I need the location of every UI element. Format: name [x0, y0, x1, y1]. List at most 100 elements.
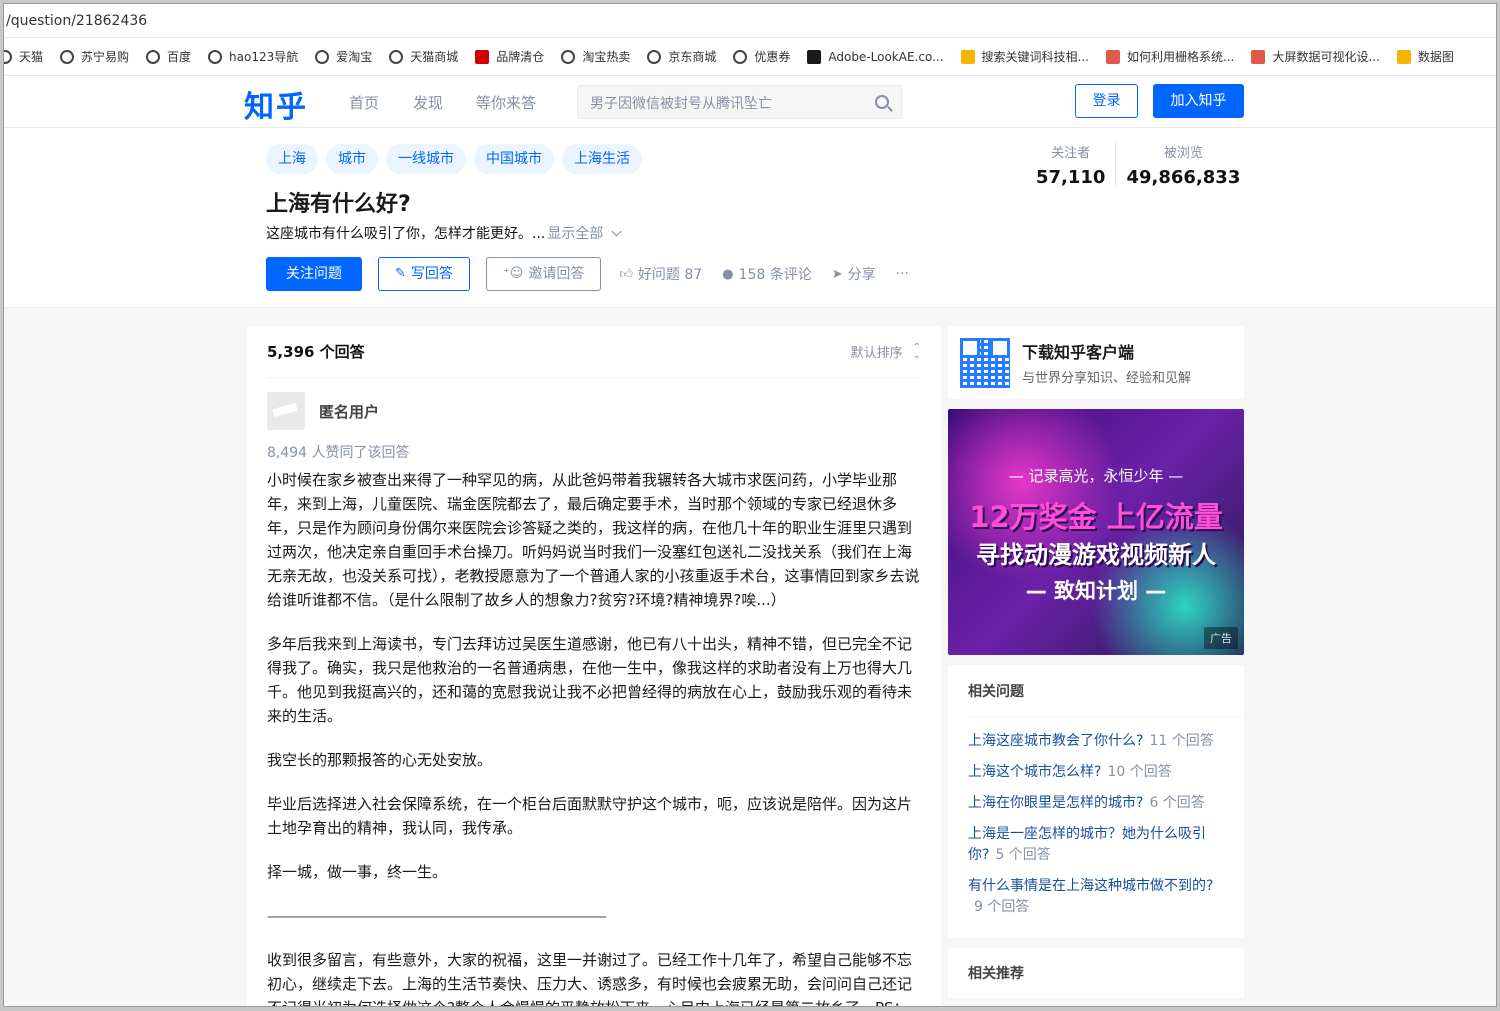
- bookmark-label: 大屏数据可视化设...: [1272, 50, 1380, 64]
- good-question-button[interactable]: 👍︎ 好问题 87: [619, 264, 702, 284]
- related-question-link[interactable]: 上海在你眼里是怎样的城市? 6 个回答: [968, 793, 1224, 814]
- bookmark-item[interactable]: hao123导航: [208, 48, 298, 65]
- nav-link-waiting[interactable]: 等你来答: [476, 92, 536, 113]
- answer-paragraph: 收到很多留言，有些意外，大家的祝福，这里一并谢过了。已经工作十几年了，希望自己能…: [267, 951, 913, 1006]
- answer-author: 匿名用户: [267, 392, 921, 430]
- bookmark-label: 搜索关键词科技相...: [981, 50, 1089, 64]
- add-user-icon: ⁺☺: [502, 266, 524, 281]
- nav-link-discover[interactable]: 发现: [413, 92, 443, 113]
- bookmark-label: 百度: [167, 50, 192, 64]
- bookmark-item[interactable]: 京东商城: [647, 48, 716, 65]
- answer-paragraph: 我空长的那颗报答的心无处安放。: [267, 751, 493, 769]
- bookmark-item[interactable]: 天猫: [4, 48, 43, 65]
- sort-label: 默认排序: [850, 346, 903, 361]
- thumb-icon: [960, 49, 975, 64]
- jian-icon: [1105, 49, 1120, 64]
- address-bar[interactable]: /question/21862436: [4, 4, 1496, 38]
- tmall-icon: [475, 49, 490, 64]
- related-question-text: 上海这个城市怎么样?: [968, 764, 1102, 780]
- write-answer-button[interactable]: ✎ 写回答: [378, 257, 470, 291]
- bookmark-item[interactable]: 如何利用栅格系统...: [1105, 48, 1234, 65]
- bookmark-item[interactable]: 苏宁易购: [60, 48, 129, 65]
- write-answer-label: 写回答: [410, 266, 453, 282]
- nav-link-home[interactable]: 首页: [349, 92, 379, 113]
- comments-button[interactable]: ● 158 条评论: [722, 264, 812, 284]
- ad-badge: 广告: [1204, 627, 1238, 649]
- bookmark-item[interactable]: 淘宝热卖: [561, 48, 630, 65]
- more-options-button[interactable]: ···: [896, 266, 909, 282]
- avatar[interactable]: [267, 392, 305, 430]
- good-question-label: 好问题 87: [637, 267, 703, 283]
- answer-paragraph: 择一城，做一事，终一生。: [267, 863, 448, 881]
- thumbs-up-icon: 👍︎: [619, 266, 633, 282]
- followers-stat[interactable]: 关注者 57,110: [1026, 142, 1115, 188]
- bookmark-label: 品牌清仓: [496, 50, 545, 64]
- question-actions: 关注问题 ✎ 写回答 ⁺☺ 邀请回答 👍︎ 好问题 87 ● 158 条评论 ➤…: [266, 257, 929, 291]
- zhihu-logo[interactable]: 知乎: [244, 82, 308, 126]
- related-question-link[interactable]: 上海这座城市教会了你什么? 11 个回答: [968, 731, 1224, 752]
- comment-icon: ●: [722, 266, 734, 282]
- bookmark-label: 爱淘宝: [336, 50, 373, 64]
- ad-program-name: — 致知计划 —: [1025, 579, 1167, 603]
- show-all-link[interactable]: 显示全部: [547, 223, 603, 243]
- ad-subheadline: 寻找动漫游戏视频新人: [976, 541, 1216, 569]
- related-question-text: 上海在你眼里是怎样的城市?: [968, 795, 1144, 811]
- globe-icon: [389, 49, 404, 64]
- bookmark-item[interactable]: 搜索关键词科技相...: [960, 48, 1089, 65]
- bookmark-label: 淘宝热卖: [582, 50, 631, 64]
- paper-plane-icon: ➤: [831, 266, 843, 282]
- bookmark-item[interactable]: Adobe-LookAE.co...: [807, 49, 944, 64]
- answers-header: 5,396 个回答 默认排序 ⌃ ⌄: [267, 326, 921, 378]
- views-count: 49,866,833: [1126, 167, 1241, 188]
- url-text[interactable]: /question/21862436: [6, 13, 147, 29]
- bookmark-item[interactable]: 爱淘宝: [315, 48, 372, 65]
- topic-tag[interactable]: 城市: [326, 144, 378, 174]
- search-icon[interactable]: [875, 95, 889, 109]
- author-name: 匿名用户: [319, 402, 380, 421]
- question-title: 上海有什么好?: [266, 192, 411, 217]
- related-question-link[interactable]: 有什么事情是在上海这种城市做不到的? 9 个回答: [968, 876, 1224, 918]
- invite-answer-button[interactable]: ⁺☺ 邀请回答: [485, 257, 602, 291]
- bookmark-item[interactable]: 百度: [146, 48, 191, 65]
- related-answer-count: 11 个回答: [1149, 733, 1214, 749]
- share-button[interactable]: ➤ 分享: [832, 264, 876, 284]
- bookmark-label: Adobe-LookAE.co...: [828, 49, 944, 64]
- topic-tag[interactable]: 中国城市: [474, 144, 554, 174]
- answer-paragraph: 多年后我来到上海读书，专门去拜访过吴医生道感谢，他已有八十出头，精神不错，但已完…: [267, 635, 913, 725]
- top-navigation: 知乎 首页 发现 等你来答 男子因微信被封号从腾讯坠亡 登录 加入知乎: [4, 76, 1496, 128]
- ad-banner[interactable]: — 记录高光，永恒少年 — 12万奖金 上亿流量 寻找动漫游戏视频新人 — 致知…: [948, 409, 1244, 655]
- topic-tag[interactable]: 上海生活: [562, 144, 642, 174]
- join-button[interactable]: 加入知乎: [1153, 84, 1244, 118]
- question-stats: 关注者 57,110 被浏览 49,866,833: [1026, 142, 1250, 188]
- sort-dropdown[interactable]: 默认排序 ⌃ ⌄: [851, 342, 921, 361]
- bookmark-item[interactable]: 品牌清仓: [475, 48, 544, 65]
- dz-icon: [807, 49, 822, 64]
- ad-headline: 12万奖金 上亿流量: [969, 500, 1223, 534]
- related-answer-count: 5 个回答: [995, 847, 1051, 863]
- related-question-link[interactable]: 上海是一座怎样的城市？她为什么吸引你? 5 个回答: [968, 824, 1224, 866]
- chevron-down-icon[interactable]: [611, 226, 622, 236]
- bookmark-item[interactable]: 天猫商城: [389, 48, 458, 65]
- search-input[interactable]: 男子因微信被封号从腾讯坠亡: [577, 85, 902, 119]
- bookmark-label: hao123导航: [229, 50, 299, 64]
- related-questions-card: 相关问题 上海这座城市教会了你什么? 11 个回答上海这个城市怎么样? 10 个回答…: [948, 665, 1244, 938]
- bookmark-item[interactable]: 数据图: [1396, 48, 1454, 65]
- related-question-link[interactable]: 上海这个城市怎么样? 10 个回答: [968, 762, 1224, 783]
- related-answer-count: 10 个回答: [1107, 764, 1172, 780]
- download-app-card[interactable]: 下载知乎客户端 与世界分享知识、经验和见解: [948, 326, 1244, 399]
- related-questions-title: 相关问题: [968, 665, 1244, 717]
- topic-tag[interactable]: 上海: [266, 144, 318, 174]
- download-subtitle: 与世界分享知识、经验和见解: [1022, 371, 1192, 386]
- topic-tag[interactable]: 一线城市: [386, 144, 466, 174]
- bookmark-label: 优惠券: [754, 50, 791, 64]
- bookmark-item[interactable]: 大屏数据可视化设...: [1251, 48, 1380, 65]
- globe-icon: [647, 49, 662, 64]
- answers-panel: 5,396 个回答 默认排序 ⌃ ⌄ 匿名用户 8,494 人赞同了该回答 小时候…: [247, 326, 941, 1006]
- login-button[interactable]: 登录: [1075, 84, 1138, 118]
- follow-question-button[interactable]: 关注问题: [266, 257, 362, 291]
- related-answer-count: 6 个回答: [1149, 795, 1205, 811]
- globe-icon: [146, 49, 161, 64]
- bookmark-item[interactable]: 优惠券: [733, 48, 790, 65]
- followers-count: 57,110: [1036, 167, 1106, 188]
- bookmarks-bar: 天猫 苏宁易购 百度 hao123导航 爱淘宝 天猫商城 品牌清仓 淘宝热卖 京东商城 优惠券 Ad…: [4, 38, 1496, 76]
